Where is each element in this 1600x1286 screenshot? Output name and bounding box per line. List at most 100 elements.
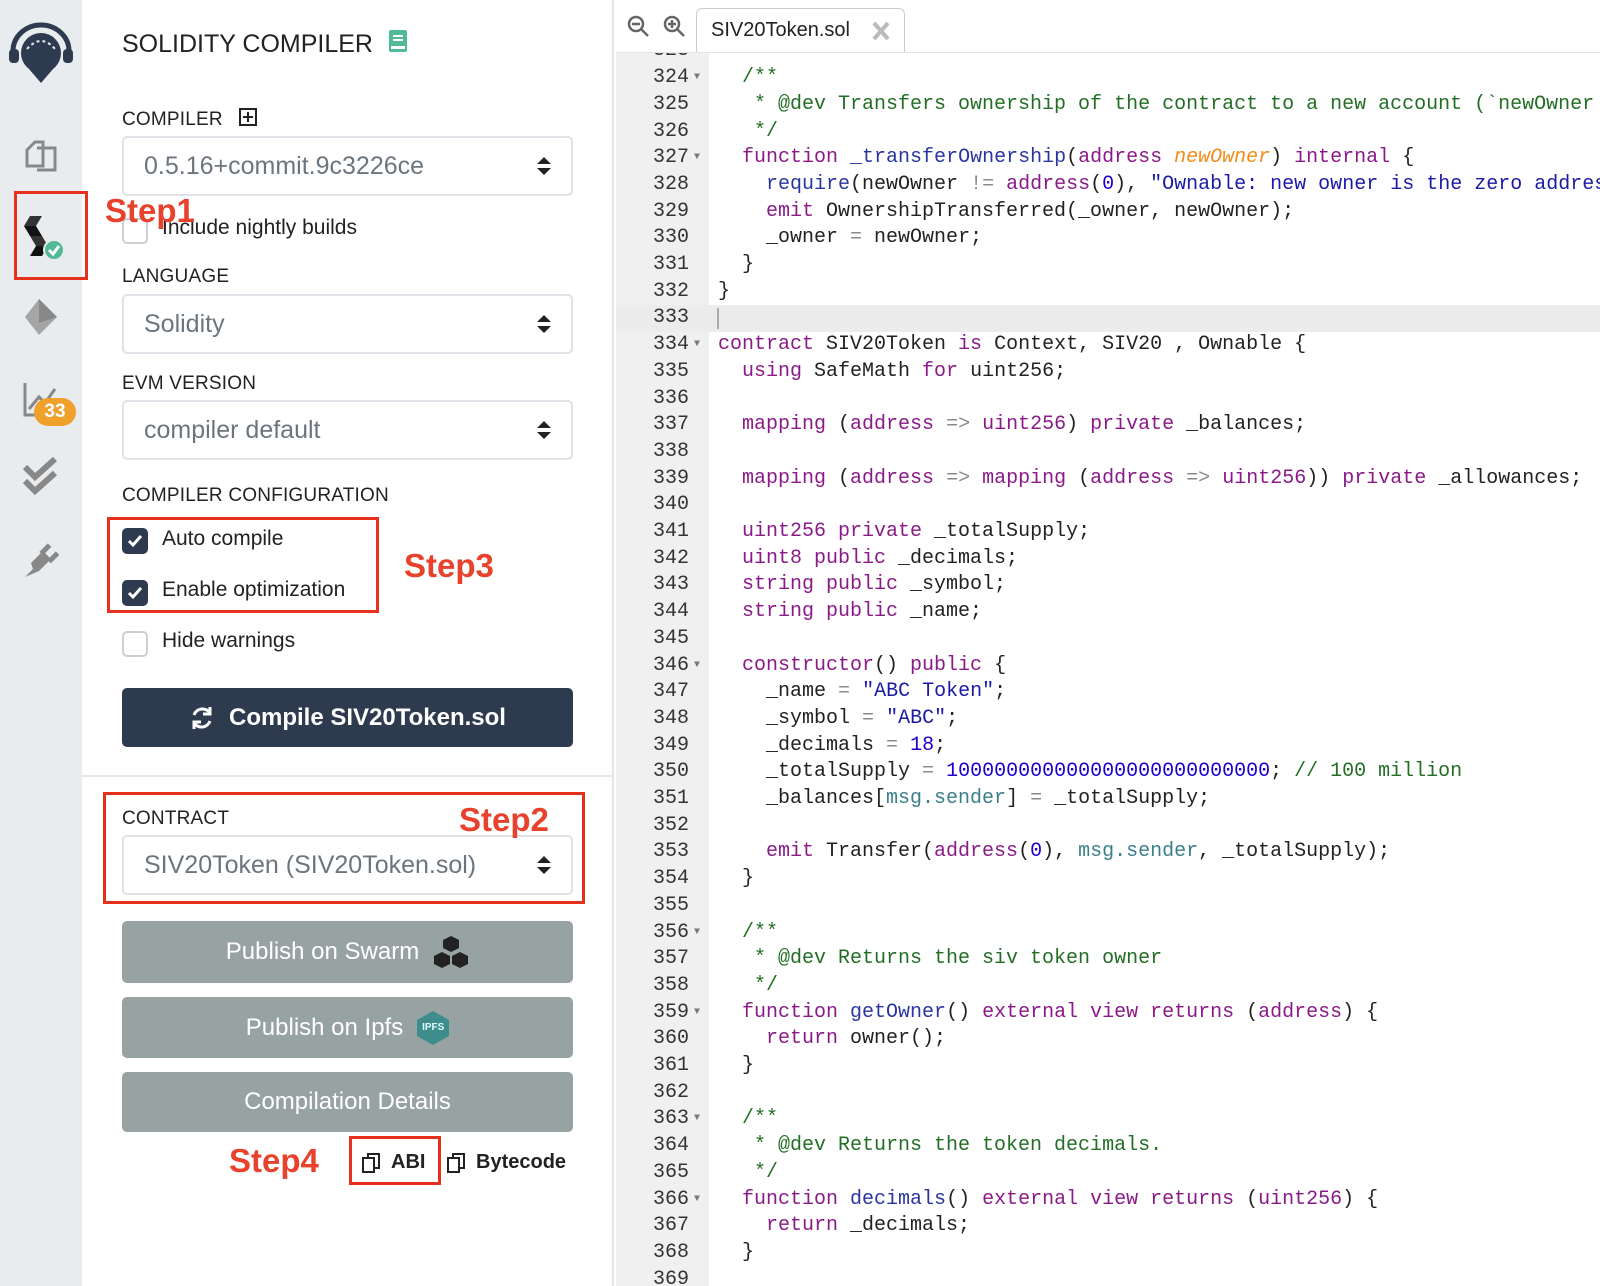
deploy-run-icon[interactable]: [16, 292, 66, 342]
publish-swarm-button[interactable]: Publish on Swarm: [122, 921, 573, 983]
zoom-in-icon[interactable]: [662, 14, 686, 43]
code-token: (: [1090, 172, 1103, 196]
add-compiler-icon[interactable]: [238, 108, 257, 132]
code-token: /**: [718, 920, 779, 944]
code-line[interactable]: 344 string public _name;: [616, 599, 1600, 626]
unit-testing-icon[interactable]: [16, 452, 66, 502]
code-token: emit: [718, 840, 815, 864]
code-line[interactable]: 323: [616, 53, 1600, 65]
code-line[interactable]: 340: [616, 492, 1600, 519]
code-line[interactable]: 343 string public _symbol;: [616, 572, 1600, 599]
code-line[interactable]: 328 require(newOwner != address(0), "Own…: [616, 172, 1600, 199]
code-line[interactable]: 360 return owner();: [616, 1026, 1600, 1053]
code-line[interactable]: 357 * @dev Returns the siv token owner: [616, 946, 1600, 973]
code-token: * @dev Returns the siv token owner: [718, 947, 1163, 971]
code-line[interactable]: 330 _owner = newOwner;: [616, 225, 1600, 252]
remix-logo-icon[interactable]: [6, 20, 76, 86]
compilation-details-button[interactable]: Compilation Details: [122, 1072, 573, 1132]
documentation-icon[interactable]: [389, 30, 407, 59]
code-line[interactable]: 341 uint256 private _totalSupply;: [616, 519, 1600, 546]
compile-button[interactable]: Compile SIV20Token.sol: [122, 688, 573, 747]
code-line[interactable]: 331 }: [616, 252, 1600, 279]
code-token: SafeMath: [802, 359, 923, 383]
code-line[interactable]: 353 emit Transfer(address(0), msg.sender…: [616, 839, 1600, 866]
code-token: */: [718, 1160, 779, 1184]
ipfs-badge-text: IPFS: [422, 1022, 445, 1033]
file-explorer-icon[interactable]: [16, 131, 66, 181]
code-token: "Ownable: new owner is the zero addres: [1150, 172, 1600, 196]
code-line[interactable]: 355: [616, 893, 1600, 920]
code-line[interactable]: 363 ▼ /**: [616, 1106, 1600, 1133]
code-line[interactable]: 352: [616, 813, 1600, 840]
code-line[interactable]: 346 ▼ constructor() public {: [616, 653, 1600, 680]
code-line[interactable]: 345: [616, 626, 1600, 653]
code-area[interactable]: 323324▼ /**325 * @dev Transfers ownershi…: [616, 52, 1600, 1286]
code-line[interactable]: 369: [616, 1267, 1600, 1286]
code-line[interactable]: 326 */: [616, 119, 1600, 146]
fold-arrow-icon[interactable]: ▼: [694, 1106, 700, 1133]
code-line[interactable]: 358 */: [616, 973, 1600, 1000]
code-text: _symbol = "ABC";: [718, 706, 958, 733]
code-line[interactable]: 350 _totalSupply = 100000000000000000000…: [616, 759, 1600, 786]
tab-siv20token-sol[interactable]: SIV20Token.sol: [696, 8, 905, 52]
select-arrows-icon: [537, 157, 551, 175]
code-token: _totalSupply: [718, 760, 923, 784]
fold-arrow-icon[interactable]: ▼: [694, 920, 700, 947]
compiler-version-select[interactable]: 0.5.16+commit.9c3226ce: [122, 136, 573, 196]
code-line[interactable]: 359 ▼ function getOwner() external view r…: [616, 1000, 1600, 1027]
zoom-out-icon[interactable]: [626, 14, 650, 43]
code-line[interactable]: 348 _symbol = "ABC";: [616, 706, 1600, 733]
code-line[interactable]: 325 * @dev Transfers ownership of the co…: [616, 92, 1600, 119]
code-line[interactable]: 361 }: [616, 1053, 1600, 1080]
hide-warnings-checkbox[interactable]: [122, 631, 148, 657]
publish-ipfs-button[interactable]: Publish on Ipfs IPFS: [122, 997, 573, 1058]
plugin-manager-icon[interactable]: [16, 534, 66, 584]
code-line[interactable]: 362: [616, 1080, 1600, 1107]
fold-arrow-icon[interactable]: ▼: [694, 653, 700, 680]
code-line[interactable]: 347 _name = "ABC Token";: [616, 679, 1600, 706]
code-line[interactable]: 324 ▼ /**: [616, 65, 1600, 92]
line-number: 365: [652, 1160, 689, 1184]
fold-arrow-icon[interactable]: ▼: [694, 332, 700, 359]
line-number: 354: [652, 867, 689, 891]
fold-arrow-icon[interactable]: ▼: [694, 65, 700, 92]
close-tab-icon[interactable]: [872, 21, 890, 47]
line-number: 335: [652, 359, 689, 383]
code-token: string public: [718, 573, 899, 597]
code-line[interactable]: 351 _balances[msg.sender] = _totalSupply…: [616, 786, 1600, 813]
language-select[interactable]: Solidity: [122, 294, 573, 354]
fold-arrow-icon[interactable]: ▼: [694, 1000, 700, 1027]
code-token: newOwner;: [862, 226, 983, 250]
code-line[interactable]: 339 mapping (address => mapping (address…: [616, 466, 1600, 493]
code-line[interactable]: 354 }: [616, 866, 1600, 893]
code-line[interactable]: 337 mapping (address => uint256) private…: [616, 412, 1600, 439]
code-line[interactable]: 342 uint8 public _decimals;: [616, 546, 1600, 573]
analysis-icon[interactable]: 33: [16, 374, 76, 426]
code-token: =: [838, 680, 851, 704]
code-token: * @dev Transfers ownership of the contra…: [718, 92, 1595, 116]
code-token: mapping: [718, 413, 827, 437]
code-line[interactable]: 366 ▼ function decimals() external view r…: [616, 1187, 1600, 1214]
code-line[interactable]: 335 using SafeMath for uint256;: [616, 359, 1600, 386]
code-line[interactable]: 334 ▼ contract SIV20Token is Context, SIV2…: [616, 332, 1600, 359]
code-line[interactable]: 332}: [616, 279, 1600, 306]
copy-bytecode-button[interactable]: Bytecode: [446, 1151, 566, 1174]
fold-arrow-icon[interactable]: ▼: [694, 145, 700, 172]
code-line[interactable]: 368 }: [616, 1240, 1600, 1267]
code-line[interactable]: 356 ▼ /**: [616, 920, 1600, 947]
evm-version-select[interactable]: compiler default: [122, 400, 573, 460]
code-line[interactable]: 333: [616, 305, 1600, 333]
line-number: 340: [652, 493, 689, 517]
code-line[interactable]: 327 ▼ function _transferOwnership(address…: [616, 145, 1600, 172]
code-line[interactable]: 338: [616, 439, 1600, 466]
code-line[interactable]: 329 emit OwnershipTransferred(_owner, ne…: [616, 199, 1600, 226]
code-line[interactable]: 364 * @dev Returns the token decimals.: [616, 1133, 1600, 1160]
line-number: 344: [652, 600, 689, 624]
code-line[interactable]: 349 _decimals = 18;: [616, 733, 1600, 760]
fold-arrow-icon[interactable]: ▼: [694, 1187, 700, 1214]
code-line[interactable]: 336: [616, 386, 1600, 413]
code-line[interactable]: 367 return _decimals;: [616, 1213, 1600, 1240]
code-line[interactable]: 365 */: [616, 1160, 1600, 1187]
